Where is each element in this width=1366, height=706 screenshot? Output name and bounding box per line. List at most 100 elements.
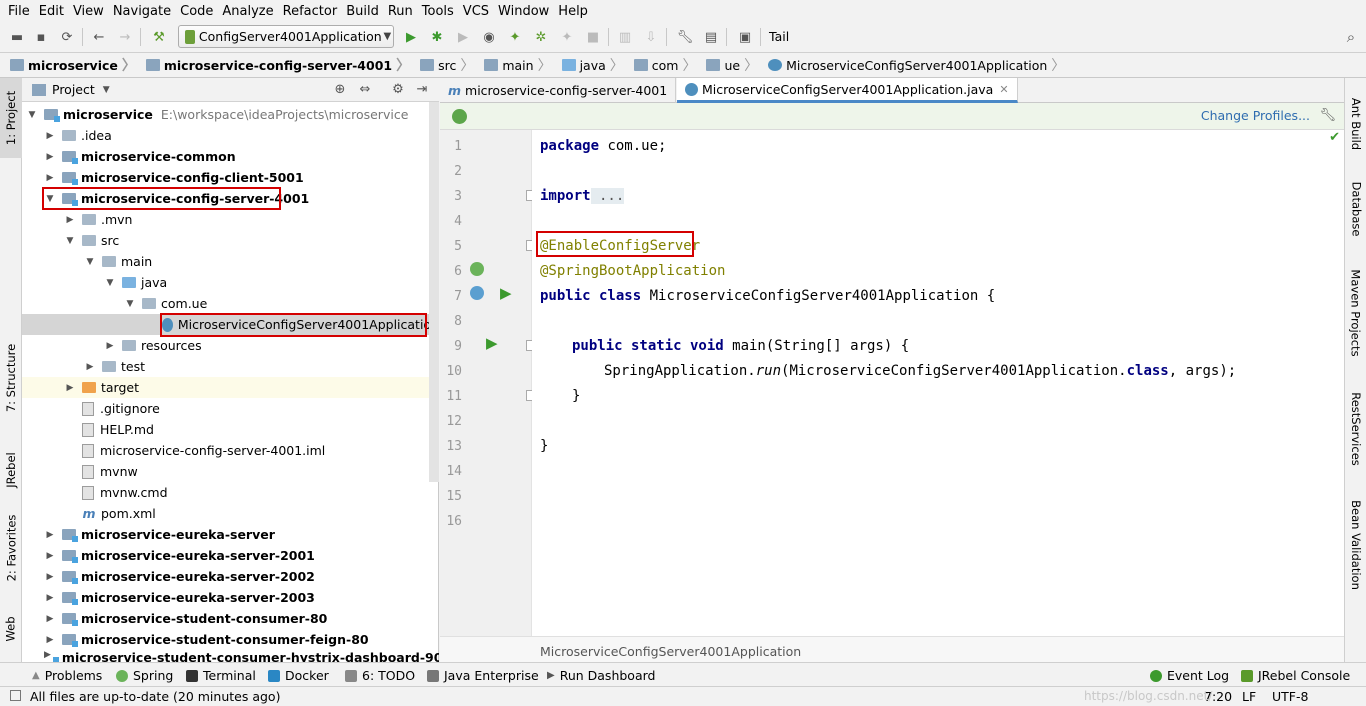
menu-navigate[interactable]: Navigate (109, 4, 175, 19)
save-icon[interactable]: ▪ (32, 28, 50, 46)
tree-item[interactable]: ▼ java (22, 272, 439, 293)
menu-file[interactable]: File (4, 4, 34, 19)
tree-item[interactable]: ▶ microservice-eureka-server-2001 (22, 545, 439, 566)
menu-edit[interactable]: Edit (35, 4, 68, 19)
stop-icon[interactable]: ■ (584, 28, 602, 46)
tree-item[interactable]: ▶ microservice-student-consumer-hystrix-d… (22, 650, 439, 662)
update-icon[interactable]: ✦ (558, 28, 576, 46)
tab-ant-build[interactable]: Ant Build (1345, 84, 1366, 164)
tree-item[interactable]: ▶ .mvn (22, 209, 439, 230)
tab-jrebel[interactable]: JRebel (0, 440, 22, 500)
settings-wrench-icon[interactable]: 🔧︎ (676, 28, 694, 46)
menu-view[interactable]: View (69, 4, 108, 19)
change-profiles-link[interactable]: Change Profiles... (1201, 108, 1310, 123)
tree-item[interactable]: .gitignore (22, 398, 439, 419)
tab-web[interactable]: Web (0, 604, 22, 654)
toggle-tool-windows-icon[interactable] (10, 690, 21, 701)
tab-database[interactable]: Database (1345, 174, 1366, 244)
tree-item[interactable]: ▼ main (22, 251, 439, 272)
tail-button[interactable]: Tail (769, 29, 789, 44)
breadcrumb-item[interactable]: src 〉 (416, 55, 480, 75)
hide-icon[interactable]: ⇥ (414, 82, 430, 98)
tree-item[interactable]: ▶ microservice-student-consumer-80 (22, 608, 439, 629)
tab-structure[interactable]: 7: Structure (0, 338, 22, 418)
tree-item[interactable]: mvnw.cmd (22, 482, 439, 503)
tree-item[interactable]: ▶ test (22, 356, 439, 377)
forward-icon[interactable]: → (116, 28, 134, 46)
menu-tools[interactable]: Tools (418, 4, 458, 19)
deploy-icon[interactable]: ⇩ (642, 28, 660, 46)
tab-maven-projects[interactable]: Maven Projects (1345, 258, 1366, 368)
menu-help[interactable]: Help (554, 4, 592, 19)
tool-event-log[interactable]: Event Log (1150, 668, 1229, 683)
tree-item[interactable]: ▶ resources (22, 335, 439, 356)
tree-item[interactable]: ▶ microservice-student-consumer-feign-80 (22, 629, 439, 650)
breadcrumb-item[interactable]: ue 〉 (702, 55, 764, 75)
tree-item[interactable]: ▶ microservice-eureka-server (22, 524, 439, 545)
tab-pom[interactable]: m microservice-config-server-4001 (440, 78, 677, 103)
run-coverage-icon[interactable]: ▶ (454, 28, 472, 46)
gear-icon[interactable]: ⚙ (390, 82, 406, 98)
menu-run[interactable]: Run (384, 4, 417, 19)
tab-rest-services[interactable]: RestServices (1345, 384, 1366, 474)
tool-terminal[interactable]: Terminal (186, 668, 256, 683)
jrebel-run-icon[interactable]: ✦ (506, 28, 524, 46)
file-encoding[interactable]: UTF-8 (1272, 689, 1308, 704)
profile-icon[interactable]: ◉ (480, 28, 498, 46)
run-icon[interactable]: ▶ (402, 28, 420, 46)
spring-class-icon[interactable] (470, 286, 484, 300)
run-gutter-icon[interactable]: ▶ (486, 334, 498, 352)
editor-footer-breadcrumb[interactable]: MicroserviceConfigServer4001Application (440, 636, 1344, 662)
sync-icon[interactable]: ⟳ (58, 28, 76, 46)
run-config-select[interactable]: ConfigServer4001Application ▼ (178, 25, 394, 48)
terminal-icon[interactable]: ▣ (736, 28, 754, 46)
tree-item[interactable]: ▶ microservice-config-client-5001 (22, 167, 439, 188)
tool-spring[interactable]: Spring (116, 668, 173, 683)
tree-item[interactable]: ▶ microservice-eureka-server-2003 (22, 587, 439, 608)
tree-item[interactable]: ▶ microservice-eureka-server-2002 (22, 566, 439, 587)
tree-item[interactable]: m pom.xml (22, 503, 439, 524)
breadcrumb-item[interactable]: main 〉 (480, 55, 557, 75)
tool-jrebel-console[interactable]: JRebel Console (1241, 668, 1350, 683)
tree-item[interactable]: ▼ microservice E:\workspace\ideaProjects\m… (22, 104, 439, 125)
project-structure-icon[interactable]: ▤ (702, 28, 720, 46)
tree-item[interactable]: ▼ src (22, 230, 439, 251)
tree-item[interactable]: ▶ target (22, 377, 439, 398)
attach-icon[interactable]: ▥ (616, 28, 634, 46)
breadcrumb-item[interactable]: com 〉 (630, 55, 703, 75)
tree-item[interactable]: mvnw (22, 461, 439, 482)
tool-docker[interactable]: Docker (268, 668, 329, 683)
tool-todo[interactable]: 6: TODO (345, 668, 415, 683)
menu-build[interactable]: Build (342, 4, 383, 19)
target-icon[interactable]: ⊕ (332, 82, 348, 98)
tree-item[interactable]: ▶ microservice-common (22, 146, 439, 167)
tab-application-java[interactable]: MicroserviceConfigServer4001Application.… (677, 78, 1018, 103)
open-folder-icon[interactable]: ▬ (8, 28, 26, 46)
menu-vcs[interactable]: VCS (459, 4, 493, 19)
menu-code[interactable]: Code (176, 4, 217, 19)
menu-window[interactable]: Window (494, 4, 553, 19)
tree-item[interactable]: ▼ com.ue (22, 293, 439, 314)
menu-refactor[interactable]: Refactor (279, 4, 342, 19)
tree-item[interactable]: ▶ .idea (22, 125, 439, 146)
back-icon[interactable]: ← (90, 28, 108, 46)
menu-analyze[interactable]: Analyze (218, 4, 277, 19)
jrebel-debug-icon[interactable]: ✲ (532, 28, 550, 46)
tree-item[interactable]: microservice-config-server-4001.iml (22, 440, 439, 461)
breadcrumb-item[interactable]: MicroserviceConfigServer4001Application 〉 (764, 55, 1071, 75)
breadcrumb-item[interactable]: microservice-config-server-4001 〉 (142, 55, 416, 75)
tool-run-dashboard[interactable]: ▶ Run Dashboard (547, 668, 655, 683)
tab-favorites[interactable]: 2: Favorites (0, 508, 22, 588)
line-separator[interactable]: LF (1242, 689, 1256, 704)
wrench-icon[interactable]: 🔧︎ (1319, 108, 1336, 123)
build-hammer-icon[interactable]: ⚒ (150, 28, 168, 46)
tab-bean-validation[interactable]: Bean Validation (1345, 490, 1366, 600)
scrollbar[interactable] (429, 102, 439, 482)
breadcrumb-item[interactable]: microservice 〉 (6, 55, 142, 75)
tool-problems[interactable]: ▲ Problems (32, 668, 102, 683)
close-icon[interactable]: ✕ (999, 83, 1008, 96)
debug-icon[interactable]: ✱ (428, 28, 446, 46)
collapse-all-icon[interactable]: ⇔ (357, 82, 373, 98)
tab-project[interactable]: 1: Project (0, 78, 22, 158)
spring-bean-icon[interactable] (470, 262, 484, 276)
